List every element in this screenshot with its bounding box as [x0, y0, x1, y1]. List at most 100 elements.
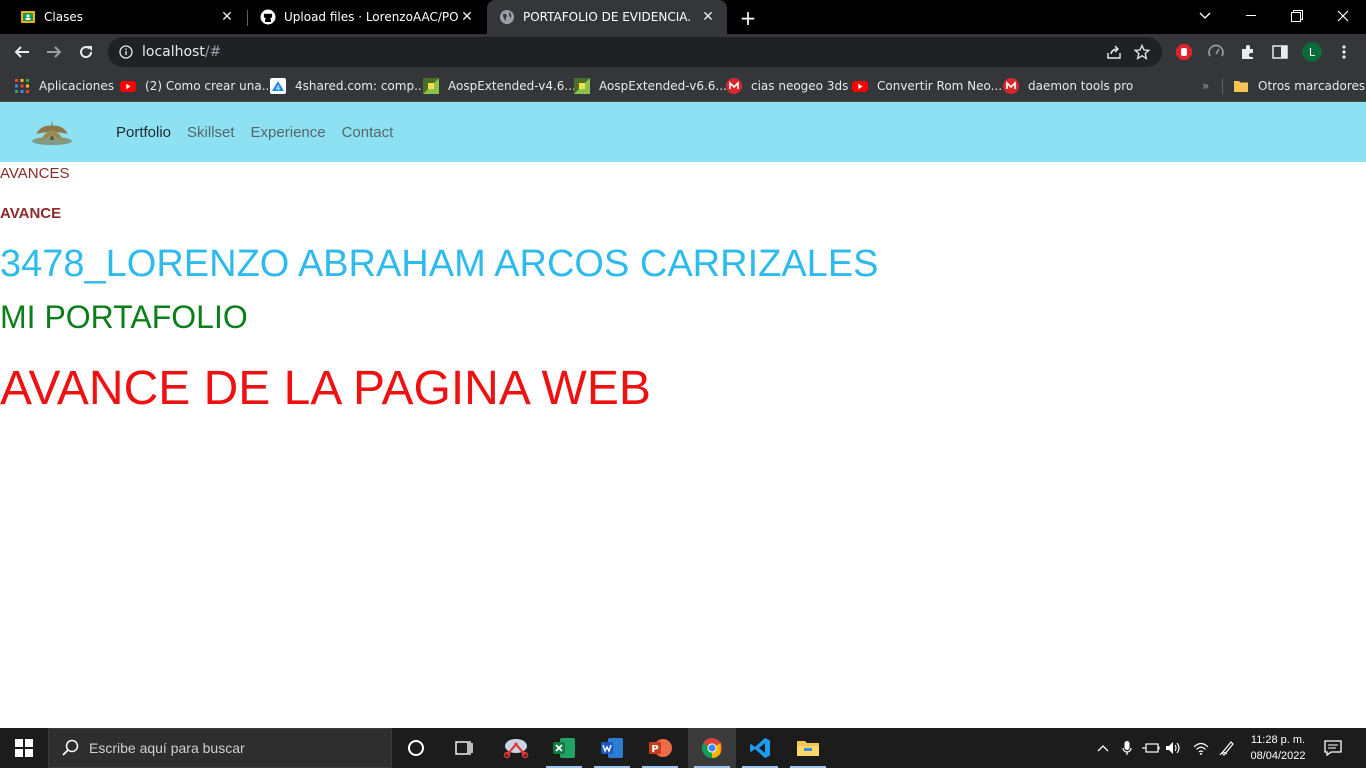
reload-icon — [80, 46, 93, 59]
arrow-right-icon — [47, 46, 62, 58]
avance-heading: AVANCE — [0, 205, 62, 222]
notifications-icon[interactable] — [1320, 728, 1346, 768]
taskbar-word[interactable] — [588, 728, 636, 768]
clock-date: 08/04/2022 — [1250, 750, 1306, 762]
taskbar-vscode[interactable] — [736, 728, 784, 768]
bookmark-label: Otros marcadores — [1258, 79, 1366, 93]
profile-avatar[interactable]: L — [1298, 38, 1326, 66]
bookmark-neogeo[interactable]: cias neogeo 3ds — [726, 76, 848, 96]
bookmark-label: AospExtended-v6.6... — [599, 79, 727, 93]
kebab-menu-icon[interactable] — [1330, 38, 1358, 66]
bookmark-daemon-tools[interactable]: daemon tools pro — [1003, 76, 1133, 96]
github-icon — [260, 9, 276, 25]
back-button[interactable] — [8, 38, 36, 66]
apps-grid-icon — [15, 79, 29, 93]
taskbar-file-explorer[interactable] — [784, 728, 832, 768]
nav-link-experience[interactable]: Experience — [251, 124, 326, 141]
microphone-icon[interactable] — [1116, 728, 1138, 768]
arrow-left-icon — [14, 46, 29, 58]
nav-link-skillset[interactable]: Skillset — [187, 124, 235, 141]
4shared-icon: 4 — [270, 78, 286, 94]
bookmark-aosp-v6[interactable]: AospExtended-v6.6... — [574, 76, 727, 96]
classroom-icon — [20, 9, 36, 25]
reload-button[interactable] — [72, 38, 100, 66]
site-nav-links: Portfolio Skillset Experience Contact — [116, 102, 409, 162]
windows-taskbar: Escribe aquí para buscar P 11:28 p. m. 0… — [0, 728, 1366, 768]
search-icon — [62, 739, 79, 756]
bookmark-label: Aplicaciones — [39, 79, 114, 93]
url-text[interactable]: localhost/# — [142, 44, 1100, 60]
youtube-icon — [120, 81, 136, 92]
file-explorer-icon — [797, 741, 819, 756]
bookmark-label: AospExtended-v4.6... — [448, 79, 576, 93]
bookmark-label: 4shared.com: comp... — [295, 79, 426, 93]
bookmark-aplicaciones[interactable]: Aplicaciones — [14, 76, 114, 96]
tab-search-chevron-icon[interactable] — [1182, 0, 1228, 32]
folder-icon — [1234, 81, 1248, 92]
new-tab-button[interactable]: + — [736, 6, 760, 30]
bookmark-star-icon[interactable] — [1128, 38, 1156, 66]
close-icon[interactable]: ✕ — [699, 8, 717, 26]
speed-gauge-extension-icon[interactable] — [1202, 38, 1230, 66]
bookmarks-overflow-chevron[interactable]: » — [1202, 76, 1209, 96]
url-host: localhost — [142, 44, 205, 60]
bookmark-label: (2) Como crear una... — [145, 79, 274, 93]
url-path: /# — [204, 44, 222, 60]
profile-initial: L — [1309, 46, 1316, 59]
tab-title: Clases — [44, 10, 83, 24]
tab-portafolio[interactable]: PORTAFOLIO DE EVIDENCIA. ✕ — [487, 0, 727, 34]
browser-toolbar: localhost/# L — [0, 34, 1366, 70]
chrome-icon — [701, 738, 722, 759]
taskbar-powerpoint[interactable]: P — [636, 728, 684, 768]
tab-title: Upload files · LorenzoAAC/PORTA — [284, 10, 458, 24]
extensions-puzzle-icon[interactable] — [1234, 38, 1262, 66]
windows-logo-icon — [15, 739, 33, 757]
tab-clases[interactable]: Clases ✕ — [8, 0, 246, 34]
restore-button[interactable] — [1274, 0, 1320, 32]
brand-logo[interactable] — [28, 116, 76, 150]
close-icon[interactable]: ✕ — [458, 8, 476, 26]
site-info-icon[interactable] — [118, 44, 134, 60]
pen-workspace-icon[interactable] — [1216, 728, 1238, 768]
bookmarks-divider — [1222, 78, 1223, 94]
bookmark-label: daemon tools pro — [1028, 79, 1134, 93]
nav-link-portfolio[interactable]: Portfolio — [116, 124, 171, 141]
wifi-icon[interactable] — [1190, 728, 1212, 768]
cortana-button[interactable] — [392, 728, 440, 768]
taskbar-snipping-tool[interactable] — [492, 728, 540, 768]
nav-link-contact[interactable]: Contact — [342, 124, 394, 141]
tray-overflow-chevron-icon[interactable] — [1092, 728, 1114, 768]
bookmark-otros-marcadores[interactable]: Otros marcadores — [1233, 76, 1365, 96]
tree-logo-icon — [32, 120, 72, 145]
taskbar-excel[interactable] — [540, 728, 588, 768]
excel-icon — [553, 738, 575, 758]
start-button[interactable] — [0, 728, 48, 768]
battery-plug-icon[interactable] — [1140, 728, 1162, 768]
bookmark-4shared[interactable]: 4 4shared.com: comp... — [270, 76, 426, 96]
address-bar[interactable]: localhost/# — [108, 37, 1162, 67]
taskbar-chrome[interactable] — [688, 728, 736, 768]
bookmark-convertir-rom[interactable]: Convertir Rom Neo... — [852, 76, 1002, 96]
word-icon — [601, 738, 623, 758]
minimize-button[interactable] — [1228, 0, 1274, 32]
powerpoint-icon: P — [649, 739, 672, 757]
task-view-button[interactable] — [440, 728, 488, 768]
search-placeholder: Escribe aquí para buscar — [89, 740, 245, 756]
volume-icon[interactable] — [1162, 728, 1186, 768]
bookmark-aosp-v4[interactable]: AospExtended-v4.6... — [423, 76, 576, 96]
task-view-icon — [455, 741, 473, 755]
close-icon[interactable]: ✕ — [218, 8, 236, 26]
taskbar-search-box[interactable]: Escribe aquí para buscar — [48, 728, 392, 768]
tab-upload-files[interactable]: Upload files · LorenzoAAC/PORTA ✕ — [248, 0, 486, 34]
close-window-button[interactable] — [1320, 0, 1366, 32]
page-content: Portfolio Skillset Experience Contact AV… — [0, 102, 1366, 728]
side-panel-icon[interactable] — [1266, 38, 1294, 66]
adblock-extension-icon[interactable] — [1170, 38, 1198, 66]
bookmark-como-crear[interactable]: (2) Como crear una... — [120, 76, 273, 96]
site-navbar: Portfolio Skillset Experience Contact — [0, 102, 1366, 162]
share-icon[interactable] — [1100, 38, 1128, 66]
portfolio-title: MI PORTAFOLIO — [0, 299, 248, 335]
taskbar-clock[interactable]: 11:28 p. m. 08/04/2022 — [1240, 732, 1316, 764]
globe-icon — [499, 9, 515, 25]
forward-button[interactable] — [40, 38, 68, 66]
